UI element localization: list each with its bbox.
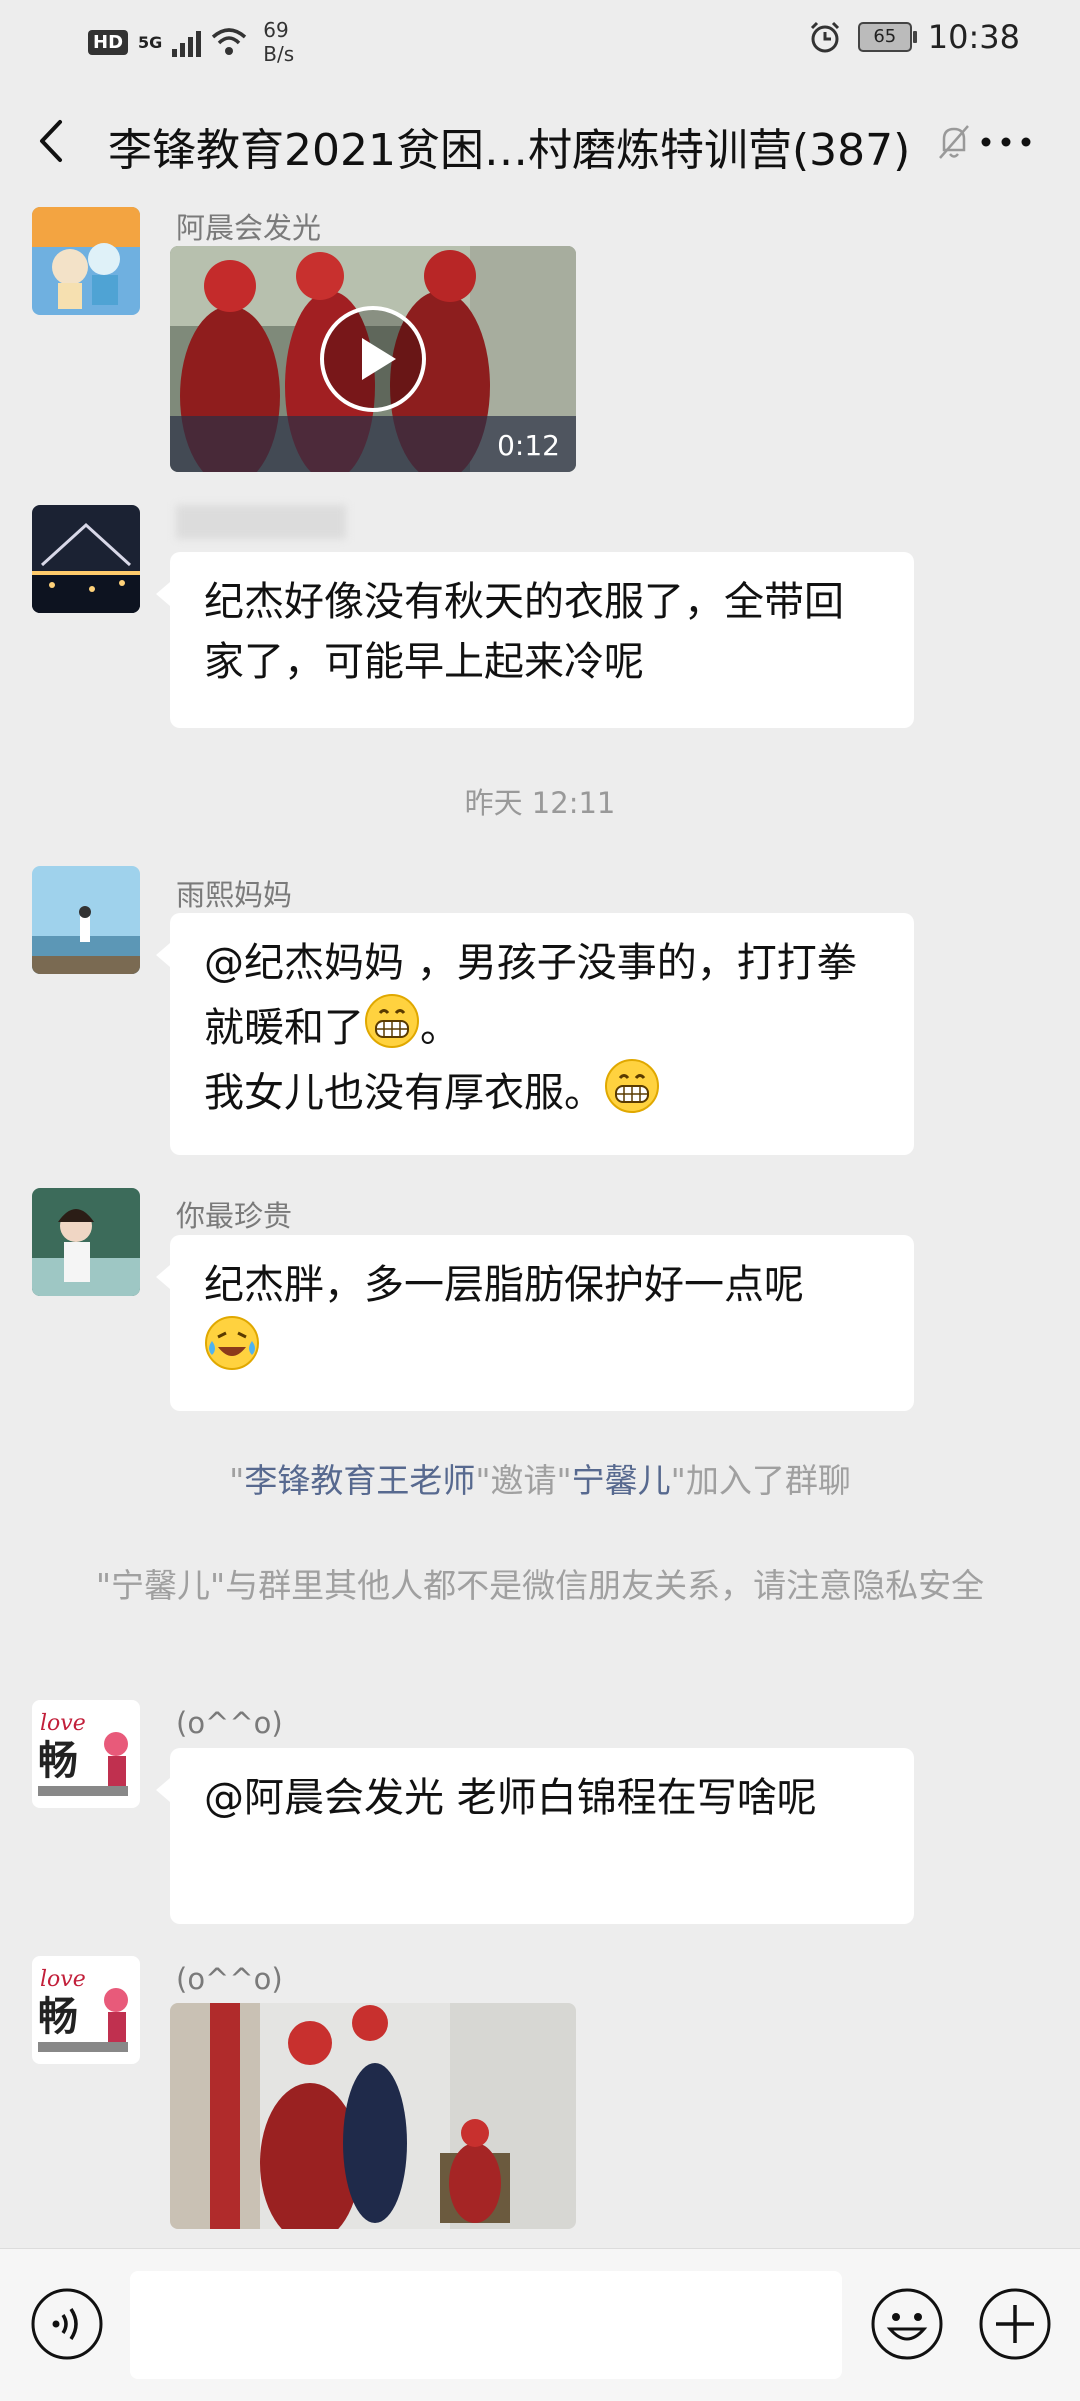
system-message: "李锋教育王老师"邀请"宁馨儿"加入了群聊	[80, 1455, 1000, 1506]
message-bubble[interactable]: 纪杰好像没有秋天的衣服了，全带回家了，可能早上起来冷呢	[156, 552, 914, 728]
avatar[interactable]	[32, 207, 140, 315]
net-speed-unit: B/s	[263, 42, 295, 66]
avatar[interactable]	[32, 505, 140, 613]
crying-laughing-emoji-icon	[205, 1316, 259, 1370]
system-text: "	[229, 1461, 245, 1500]
network-type: 5G	[138, 32, 163, 52]
svg-text:畅: 畅	[38, 1738, 78, 1784]
net-speed: 69 B/s	[263, 18, 294, 66]
message-text: @纪杰妈妈 ，男孩子没事的，打打拳就暖和了	[204, 940, 857, 1051]
sender-name-blurred	[176, 505, 346, 539]
timestamp: 昨天 12:11	[464, 786, 616, 820]
chat-header: 李锋教育2021贫困…村磨炼特训营(387)	[0, 78, 1080, 208]
voice-icon[interactable]	[30, 2287, 104, 2361]
wifi-icon	[212, 28, 247, 55]
chat-title: 李锋教育2021贫困…村磨炼特训营(387)	[108, 125, 908, 176]
sender-name: (o^^o)	[176, 1962, 283, 1996]
hd-icon: HD	[88, 29, 129, 55]
play-icon[interactable]	[318, 304, 428, 414]
video-message[interactable]: 0:12	[170, 246, 576, 472]
sender-name: 雨熙妈妈	[176, 878, 293, 912]
message-text: 纪杰胖，多一层脂肪保护好一点呢	[204, 1262, 804, 1308]
inviter-link[interactable]: 李锋教育王老师	[244, 1461, 475, 1500]
system-text: "加入了群聊	[670, 1461, 851, 1500]
clock: 10:38	[927, 18, 1020, 56]
mute-bell-icon	[939, 125, 969, 159]
message-bubble[interactable]: 纪杰胖，多一层脂肪保护好一点呢	[156, 1235, 914, 1411]
grinning-emoji-icon	[365, 994, 419, 1048]
sender-name: (o^^o)	[176, 1706, 283, 1740]
svg-text:love: love	[40, 1967, 86, 1992]
invitee-link[interactable]: 宁馨儿	[572, 1461, 671, 1500]
sender-name: 阿晨会发光	[176, 211, 322, 245]
system-text: "邀请"	[475, 1461, 572, 1500]
message-bubble[interactable]: @纪杰妈妈 ，男孩子没事的，打打拳就暖和了。我女儿也没有厚衣服。	[156, 913, 914, 1155]
privacy-notice: "宁馨儿"与群里其他人都不是微信朋友关系，请注意隐私安全	[95, 1566, 985, 1605]
alarm-icon	[810, 21, 839, 53]
more-icon[interactable]	[976, 132, 1036, 152]
message-bubble[interactable]: @阿晨会发光 老师白锦程在写啥呢	[156, 1748, 914, 1924]
image-message[interactable]	[170, 2003, 576, 2229]
avatar[interactable]: love 畅	[32, 1700, 140, 1808]
status-bar: HD 5G 69 B/s 65 10:38	[0, 0, 1080, 78]
sender-name: 你最珍贵	[176, 1199, 293, 1233]
message-text: 我女儿也没有厚衣服。	[204, 1070, 604, 1116]
signal-icon	[172, 27, 202, 57]
grinning-emoji-icon	[605, 1059, 659, 1113]
emoji-icon[interactable]	[870, 2287, 944, 2361]
svg-text:畅: 畅	[38, 1994, 78, 2040]
back-icon[interactable]	[28, 116, 78, 166]
avatar[interactable]	[32, 866, 140, 974]
message-text: 。	[420, 1005, 460, 1051]
message-input[interactable]	[130, 2271, 842, 2379]
svg-text:love: love	[40, 1711, 86, 1736]
plus-icon[interactable]	[978, 2287, 1052, 2361]
net-speed-value: 69	[263, 18, 289, 42]
battery-icon: 65	[857, 22, 917, 52]
input-bar	[0, 2248, 1080, 2401]
video-duration: 0:12	[497, 429, 560, 462]
avatar[interactable]	[32, 1188, 140, 1296]
avatar[interactable]: love 畅	[32, 1956, 140, 2064]
